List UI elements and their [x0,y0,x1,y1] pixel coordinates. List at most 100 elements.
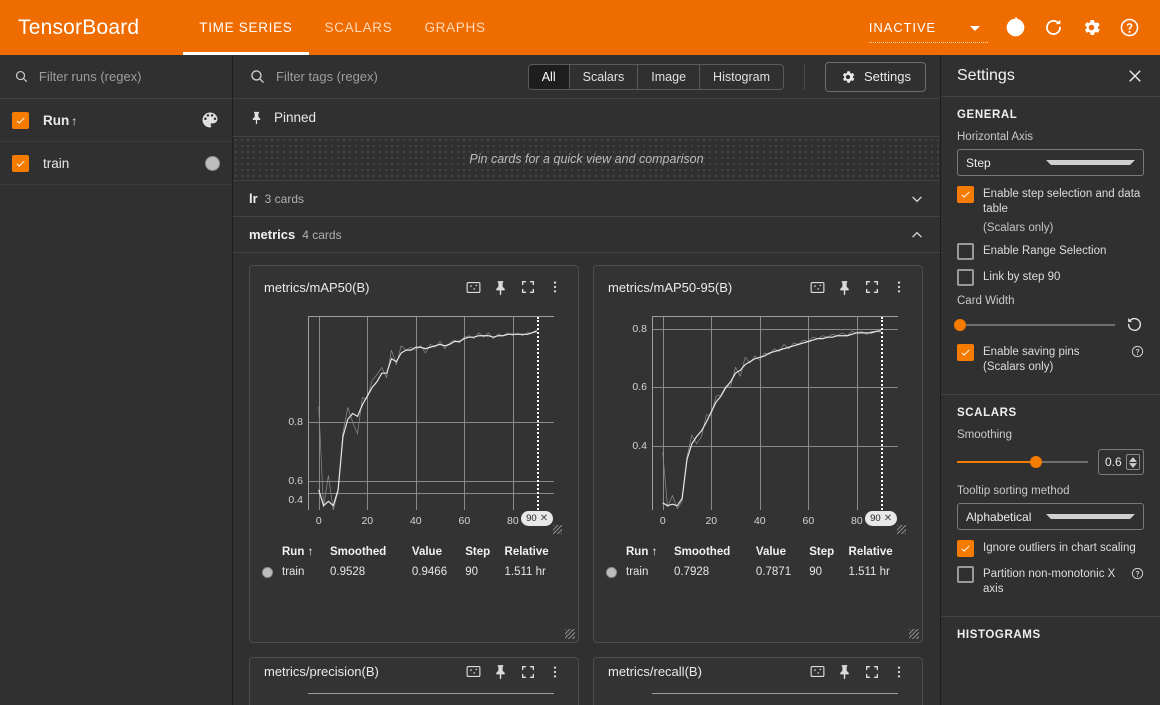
run-item-train[interactable]: train [0,142,232,185]
open-settings-button[interactable]: Settings [825,62,926,92]
card-metrics-map50-95[interactable]: metrics/mAP50-95(B) [593,265,923,643]
tab-scalars[interactable]: SCALARS [309,0,409,55]
pinned-section-header[interactable]: Pinned [233,99,940,137]
tab-graphs[interactable]: GRAPHS [408,0,501,55]
runs-header-row[interactable]: Run↑ [0,99,232,142]
group-card-count: 3 cards [265,192,304,206]
col-smoothed[interactable]: Smoothed [328,542,410,562]
close-icon[interactable]: ✕ [540,513,548,524]
run-checkbox[interactable] [12,155,29,172]
link-by-step-row[interactable]: Link by step 90 [957,269,1144,286]
range-selection-checkbox[interactable] [957,243,974,260]
col-step[interactable]: Step [807,542,846,562]
smoothing-number-input[interactable]: 0.6 [1098,449,1144,475]
fullscreen-icon[interactable] [514,658,541,685]
card-title: metrics/recall(B) [608,664,804,679]
run-status-dropdown[interactable]: INACTIVE [869,0,994,55]
link-by-step-checkbox[interactable] [957,269,974,286]
brightness-icon[interactable] [998,11,1032,45]
card-resize-handle[interactable] [909,629,919,639]
col-value[interactable]: Value [754,542,807,562]
chart-resize-handle[interactable] [897,525,906,534]
pin-icon[interactable] [831,274,858,301]
col-relative[interactable]: Relative [503,542,568,562]
help-icon[interactable] [1131,567,1144,580]
fullscreen-icon[interactable] [858,658,885,685]
step-marker-line[interactable] [881,317,883,510]
card-menu-icon[interactable] [541,658,568,685]
reset-icon[interactable] [1125,315,1144,334]
chart-metrics-precision[interactable] [256,685,572,705]
col-relative[interactable]: Relative [847,542,912,562]
data-table-icon[interactable] [460,658,487,685]
filter-histogram-button[interactable]: Histogram [700,65,783,89]
close-icon[interactable] [1124,65,1146,87]
chart-metrics-map50-95[interactable]: 0.8 0.6 0.4 0 20 40 60 80 [600,308,916,536]
fullscreen-icon[interactable] [858,274,885,301]
help-icon[interactable] [1131,345,1144,358]
fullscreen-icon[interactable] [514,274,541,301]
filter-image-button[interactable]: Image [638,65,700,89]
filter-scalars-button[interactable]: Scalars [570,65,639,89]
tags-filter-input[interactable] [276,69,518,84]
group-header-metrics[interactable]: metrics 4 cards [233,217,940,253]
card-menu-icon[interactable] [885,274,912,301]
col-value[interactable]: Value [410,542,463,562]
partition-x-row[interactable]: Partition non-monotonic X axis [957,566,1144,597]
step-marker-line[interactable] [537,317,539,510]
card-menu-icon[interactable] [541,274,568,301]
settings-general-section: GENERAL Horizontal Axis Step Enable step… [941,97,1160,395]
card-metrics-recall[interactable]: metrics/recall(B) [593,657,923,705]
col-step[interactable]: Step [463,542,502,562]
table-row[interactable]: train 0.9528 0.9466 90 1.511 hr [260,562,568,582]
y-tick-label: 0.4 [288,494,303,506]
range-selection-row[interactable]: Enable Range Selection [957,243,1144,260]
step-marker-chip[interactable]: 90 ✕ [865,511,897,526]
table-row[interactable]: train 0.7928 0.7871 90 1.511 hr [604,562,912,582]
chart-metrics-map50[interactable]: 0.8 0.6 0.4 0 20 40 60 80 [256,308,572,536]
cards-scroll-area[interactable]: Pinned Pin cards for a quick view and co… [233,99,940,705]
card-resize-handle[interactable] [565,629,575,639]
partition-x-checkbox[interactable] [957,566,974,583]
slider-thumb[interactable] [1030,456,1042,468]
data-table-icon[interactable] [804,274,831,301]
col-run[interactable]: Run ↑ [280,542,328,562]
refresh-icon[interactable] [1036,11,1070,45]
data-table-icon[interactable] [804,658,831,685]
card-menu-icon[interactable] [885,658,912,685]
pin-icon[interactable] [487,274,514,301]
step-marker-chip[interactable]: 90 ✕ [521,511,553,526]
plot-area: 0.8 0.6 0.4 0 20 40 60 80 [308,316,554,510]
ignore-outliers-checkbox[interactable] [957,540,974,557]
group-header-lr[interactable]: lr 3 cards [233,181,940,217]
card-metrics-precision[interactable]: metrics/precision(B) [249,657,579,705]
step-selection-checkbox[interactable] [957,186,974,203]
tooltip-sort-select[interactable]: Alphabetical [957,503,1144,530]
close-icon[interactable]: ✕ [884,513,892,524]
select-all-runs-checkbox[interactable] [12,112,29,129]
help-icon[interactable] [1112,11,1146,45]
chart-resize-handle[interactable] [553,525,562,534]
stepper-icon[interactable] [1126,454,1140,470]
filter-all-button[interactable]: All [529,65,570,89]
data-table-icon[interactable] [460,274,487,301]
saving-pins-row[interactable]: Enable saving pins (Scalars only) [957,344,1144,375]
saving-pins-checkbox[interactable] [957,344,974,361]
horizontal-axis-select[interactable]: Step [957,149,1144,176]
ignore-outliers-row[interactable]: Ignore outliers in chart scaling [957,540,1144,557]
col-run[interactable]: Run ↑ [624,542,672,562]
pin-icon[interactable] [487,658,514,685]
tab-time-series[interactable]: TIME SERIES [183,0,308,55]
col-smoothed[interactable]: Smoothed [672,542,754,562]
settings-gear-icon[interactable] [1074,11,1108,45]
run-color-swatch[interactable] [205,156,220,171]
card-metrics-map50[interactable]: metrics/mAP50(B) [249,265,579,643]
step-selection-row[interactable]: Enable step selection and data table [957,186,1144,217]
card-width-slider[interactable] [957,318,1115,332]
slider-thumb[interactable] [954,319,966,331]
chart-metrics-recall[interactable] [600,685,916,705]
pin-icon[interactable] [831,658,858,685]
color-palette-icon[interactable] [200,110,220,130]
smoothing-slider[interactable] [957,455,1088,469]
runs-filter-input[interactable] [39,69,218,84]
